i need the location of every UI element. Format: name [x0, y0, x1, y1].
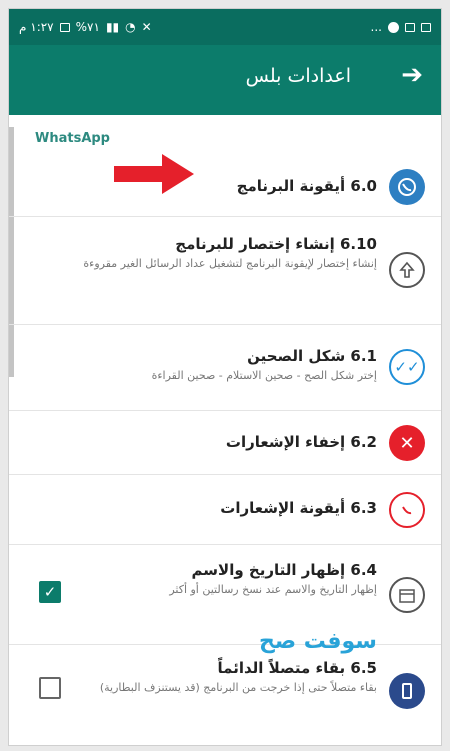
stay-online-checkbox[interactable] — [39, 677, 61, 699]
item-title: 6.3 أيقونة الإشعارات — [220, 499, 377, 517]
whatsapp-blue-icon — [389, 169, 425, 205]
category-header: WhatsApp — [9, 115, 441, 157]
red-x-icon: ✕ — [389, 425, 425, 461]
item-text: 6.5 بقاء متصلاً الدائماً بقاء متصلاً حتى… — [89, 659, 377, 696]
list-item[interactable]: 6.3 أيقونة الإشعارات — [9, 475, 441, 545]
list-item[interactable]: ✓✓ 6.1 شكل الصحين إختر شكل الصح - صحين ا… — [9, 325, 441, 411]
back-arrow-icon[interactable]: ➔ — [401, 62, 423, 88]
category-label: WhatsApp — [35, 131, 110, 146]
mute-icon: ✕ — [141, 20, 152, 34]
item-title: 6.1 شكل الصحين — [247, 347, 377, 365]
item-subtitle: إنشاء إختصار لإيقونة البرنامج لتشغيل عدا… — [83, 257, 377, 270]
double-check-icon: ✓✓ — [389, 349, 425, 385]
list-item[interactable]: 6.10 إنشاء إختصار للبرنامج إنشاء إختصار … — [9, 217, 441, 325]
item-subtitle: إختر شكل الصح - صحين الاستلام - صحين الق… — [151, 369, 377, 382]
item-title: 6.4 إظهار التاريخ والاسم — [191, 561, 377, 579]
more-dots: ... — [370, 20, 382, 34]
image-icon — [421, 22, 431, 32]
item-title: 6.2 إخفاء الإشعارات — [225, 433, 377, 451]
battery-percent: %٧١ — [75, 20, 100, 34]
watermark-logo: سوفت صح — [259, 629, 377, 654]
item-text: 6.4 إظهار التاريخ والاسم إظهار التاريخ و… — [89, 561, 377, 598]
app-bar: ➔ اعدادات بلس — [9, 45, 441, 115]
notification-box-icon — [405, 22, 415, 32]
item-title: 6.5 بقاء متصلاً الدائماً — [217, 659, 377, 677]
item-title: 6.0 أيقونة البرنامج — [236, 177, 377, 195]
list-item[interactable]: 6.5 بقاء متصلاً الدائماً بقاء متصلاً حتى… — [9, 645, 441, 735]
calendar-icon — [389, 577, 425, 613]
battery-icon — [59, 22, 70, 32]
phone-screen: ١:٢٧ م %٧١ ▮▮ ◔ ✕ ... ➔ اعدادات بلس What… — [8, 8, 442, 746]
status-right: ... — [371, 20, 431, 34]
red-arrow-icon — [114, 154, 194, 198]
notification-icon — [388, 21, 399, 33]
item-text: 6.10 إنشاء إختصار للبرنامج إنشاء إختصار … — [23, 235, 377, 272]
status-time: ١:٢٧ م — [19, 20, 54, 34]
wifi-icon: ◔ — [125, 20, 136, 34]
phone-icon — [389, 673, 425, 709]
page-title: اعدادات بلس — [245, 65, 351, 87]
shortcut-arrow-icon — [389, 252, 425, 288]
signal-icon: ▮▮ — [105, 20, 120, 34]
item-text: 6.1 شكل الصحين إختر شكل الصح - صحين الاس… — [23, 347, 377, 384]
item-text: 6.3 أيقونة الإشعارات — [23, 499, 377, 517]
list-item[interactable]: ✕ 6.2 إخفاء الإشعارات — [9, 411, 441, 475]
item-subtitle: بقاء متصلاً حتى إذا خرجت من البرنامج (قد… — [99, 681, 377, 694]
item-title: 6.10 إنشاء إختصار للبرنامج — [175, 235, 377, 253]
item-text: 6.0 أيقونة البرنامج — [23, 177, 377, 195]
date-name-checkbox[interactable]: ✓ — [39, 581, 61, 603]
item-subtitle: إظهار التاريخ والاسم عند نسخ رسالتين أو … — [169, 583, 377, 596]
whatsapp-red-icon — [389, 492, 425, 528]
item-text: 6.2 إخفاء الإشعارات — [23, 433, 377, 451]
status-bar: ١:٢٧ م %٧١ ▮▮ ◔ ✕ ... — [9, 9, 441, 45]
list-item[interactable]: 6.0 أيقونة البرنامج — [9, 157, 441, 217]
status-left: ١:٢٧ م %٧١ ▮▮ ◔ ✕ — [19, 20, 152, 34]
